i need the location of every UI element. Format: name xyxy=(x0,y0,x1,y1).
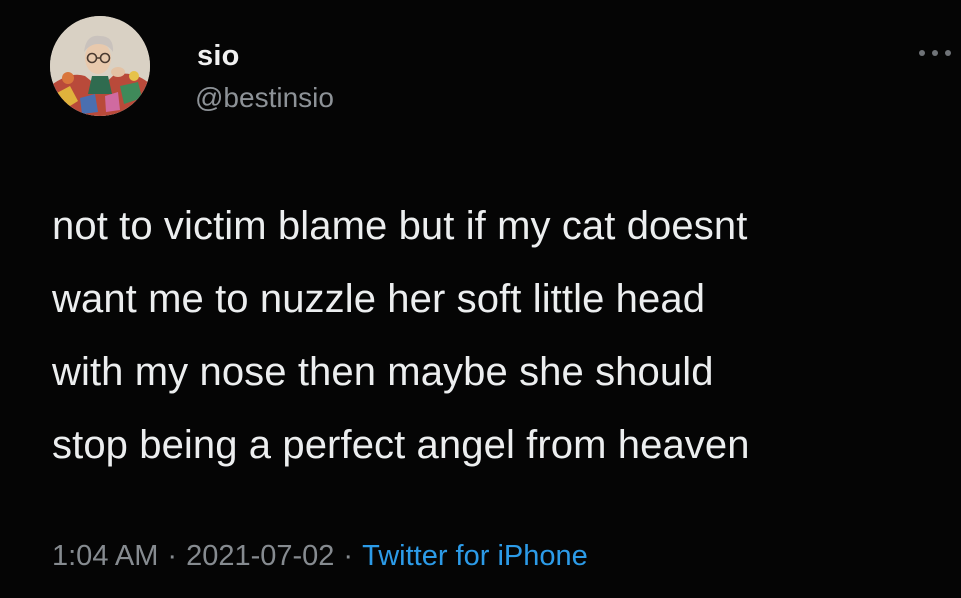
avatar-image xyxy=(50,16,150,116)
tweet-card: sio @bestinsio not to victim blame but i… xyxy=(0,0,961,598)
user-handle[interactable]: @bestinsio xyxy=(195,82,334,114)
tweet-date[interactable]: 2021-07-02 xyxy=(186,540,334,572)
tweet-text-line: want me to nuzzle her soft little head xyxy=(52,277,706,321)
meta-separator: · xyxy=(167,540,178,572)
display-name[interactable]: sio xyxy=(197,40,240,73)
tweet-text-line: with my nose then maybe she should xyxy=(52,350,714,394)
avatar[interactable] xyxy=(50,16,150,116)
more-dot-icon xyxy=(919,50,925,56)
more-dot-icon xyxy=(932,50,938,56)
tweet-meta: 1:04 AM · 2021-07-02 · Twitter for iPhone xyxy=(52,540,588,573)
more-options-icon[interactable] xyxy=(919,45,951,61)
meta-separator: · xyxy=(343,540,354,572)
tweet-time[interactable]: 1:04 AM xyxy=(52,540,158,572)
tweet-text-line: not to victim blame but if my cat doesnt xyxy=(52,204,748,248)
tweet-text-line: stop being a perfect angel from heaven xyxy=(52,423,750,467)
tweet-source-link[interactable]: Twitter for iPhone xyxy=(362,540,588,572)
tweet-text: not to victim blame but if my cat doesnt… xyxy=(52,190,942,482)
more-dot-icon xyxy=(945,50,951,56)
